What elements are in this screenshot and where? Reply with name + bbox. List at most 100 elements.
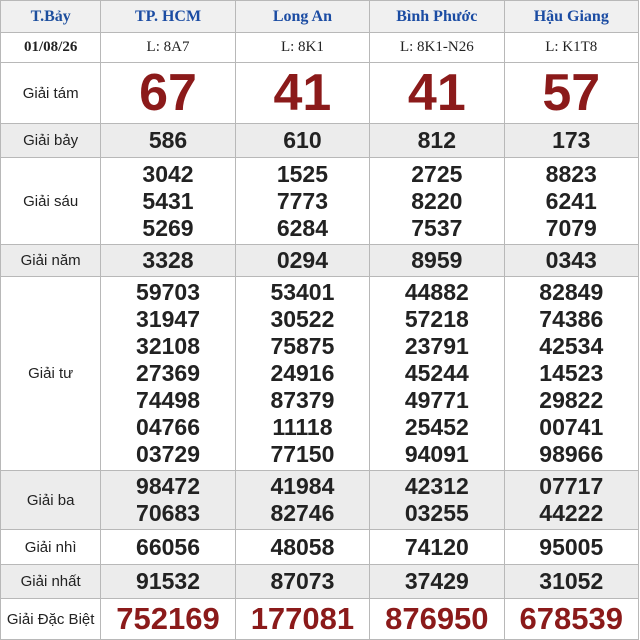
prize-number: 82746: [270, 500, 335, 526]
prize-number: 03729: [136, 441, 200, 467]
prize-number: 74386: [539, 306, 604, 332]
prize-number: 41: [407, 64, 466, 122]
prize-number: 42534: [539, 333, 604, 359]
prize-label: Giải nhất: [0, 564, 102, 599]
prize-number: 30522: [270, 306, 335, 332]
ticket-code: L: K1T8: [503, 32, 640, 63]
special-prize-number: 678539: [519, 601, 623, 636]
prize-number: 7079: [545, 214, 597, 241]
prize-number: 94091: [404, 441, 469, 467]
province-long-an[interactable]: Long An: [234, 0, 371, 33]
prize-number: 70683: [136, 500, 200, 526]
province-tp-hcm[interactable]: TP. HCM: [100, 0, 236, 33]
prize-number: 1525: [276, 160, 328, 187]
prize-number: 67: [139, 64, 197, 122]
prize-number: 44882: [404, 279, 469, 305]
prize-number: 24916: [270, 360, 335, 386]
prize-number: 91532: [136, 568, 200, 594]
prize-label: Giải sáu: [0, 157, 102, 245]
prize-number: 5269: [142, 214, 194, 241]
ticket-code: L: 8K1-N26: [369, 32, 505, 63]
prize-number: 11118: [272, 414, 333, 440]
prize-number: 0294: [276, 247, 328, 273]
prize-number: 57: [542, 64, 601, 122]
ticket-code-row: 01/08/26 L: 8A7 L: 8K1 L: 8K1-N26 L: K1T…: [0, 32, 640, 63]
prize-number: 03255: [404, 500, 469, 526]
prize-number: 41984: [270, 473, 335, 499]
prize-number: 82849: [539, 279, 604, 305]
prize-label: Giải nhì: [0, 529, 102, 565]
prize-number: 75875: [270, 333, 335, 359]
prize-number: 45244: [404, 360, 469, 386]
prize-row-g4: Giải tư 59703 31947 32108 27369 74498 04…: [0, 276, 640, 471]
prize-number: 07717: [539, 473, 604, 499]
prize-number: 57218: [404, 306, 469, 332]
prize-number: 29822: [539, 387, 604, 413]
prize-number: 37429: [404, 568, 469, 594]
special-prize-number: 876950: [385, 601, 489, 636]
prize-number: 87379: [270, 387, 335, 413]
prize-number: 25452: [404, 414, 469, 440]
prize-label: Giải năm: [0, 244, 102, 277]
prize-number: 95005: [539, 533, 604, 560]
prize-number: 7773: [276, 187, 328, 214]
prize-number: 66056: [136, 533, 200, 560]
prize-label: Giải tư: [0, 276, 102, 471]
prize-row-special: Giải Đặc Biệt 752169 177081 876950 67853…: [0, 598, 640, 640]
prize-row-g6: Giải sáu 3042 5431 5269 1525 7773 6284 2…: [0, 157, 640, 245]
prize-number: 49771: [404, 387, 469, 413]
prize-number: 23791: [404, 333, 469, 359]
prize-number: 8959: [411, 247, 463, 273]
prize-number: 41: [273, 64, 332, 122]
prize-number: 98966: [539, 441, 604, 467]
prize-number: 59703: [136, 279, 200, 305]
prize-label: Giải Đặc Biệt: [0, 598, 102, 640]
prize-number: 586: [148, 127, 188, 153]
prize-number: 5431: [142, 187, 194, 214]
prize-number: 44222: [539, 500, 604, 526]
prize-number: 04766: [136, 414, 200, 440]
prize-number: 3042: [142, 160, 194, 187]
ticket-code: L: 8K1: [234, 32, 371, 63]
prize-label: Giải tám: [0, 62, 102, 124]
prize-number: 31947: [136, 306, 200, 332]
header-row: T.Bảy TP. HCM Long An Bình Phước Hậu Gia…: [0, 0, 640, 33]
prize-number: 32108: [136, 333, 200, 359]
lottery-results-table: T.Bảy TP. HCM Long An Bình Phước Hậu Gia…: [0, 0, 640, 640]
prize-label: Giải bảy: [0, 123, 102, 158]
province-hau-giang[interactable]: Hậu Giang: [503, 0, 640, 33]
prize-number: 74120: [404, 533, 469, 560]
prize-number: 42312: [404, 473, 469, 499]
prize-row-g1: Giải nhất 91532 87073 37429 31052: [0, 564, 640, 599]
prize-number: 31052: [539, 568, 604, 594]
prize-number: 00741: [539, 414, 604, 440]
prize-number: 8220: [411, 187, 463, 214]
prize-number: 0343: [545, 247, 597, 273]
special-prize-number: 177081: [250, 601, 355, 636]
ticket-code: L: 8A7: [100, 32, 236, 63]
prize-number: 14523: [539, 360, 604, 386]
day-of-week: T.Bảy: [0, 0, 102, 33]
prize-number: 48058: [270, 533, 335, 560]
prize-number: 3328: [142, 247, 194, 273]
prize-row-g8: Giải tám 67 41 41 57: [0, 62, 640, 124]
prize-number: 27369: [136, 360, 200, 386]
prize-number: 53401: [270, 279, 335, 305]
province-binh-phuoc[interactable]: Bình Phước: [369, 0, 505, 33]
special-prize-number: 752169: [116, 601, 220, 636]
prize-number: 173: [552, 127, 591, 153]
prize-number: 7537: [411, 214, 463, 241]
prize-row-g7: Giải bảy 586 610 812 173: [0, 123, 640, 158]
draw-date: 01/08/26: [0, 32, 102, 63]
prize-number: 6241: [545, 187, 597, 214]
prize-number: 610: [283, 127, 322, 153]
prize-row-g5: Giải năm 3328 0294 8959 0343: [0, 244, 640, 277]
prize-number: 8823: [545, 160, 597, 187]
prize-number: 2725: [411, 160, 463, 187]
prize-label: Giải ba: [0, 470, 102, 530]
prize-number: 98472: [136, 473, 200, 499]
prize-row-g3: Giải ba 98472 70683 41984 82746 42312 03…: [0, 470, 640, 530]
prize-number: 812: [417, 127, 457, 153]
prize-number: 74498: [136, 387, 200, 413]
prize-number: 87073: [270, 568, 335, 594]
